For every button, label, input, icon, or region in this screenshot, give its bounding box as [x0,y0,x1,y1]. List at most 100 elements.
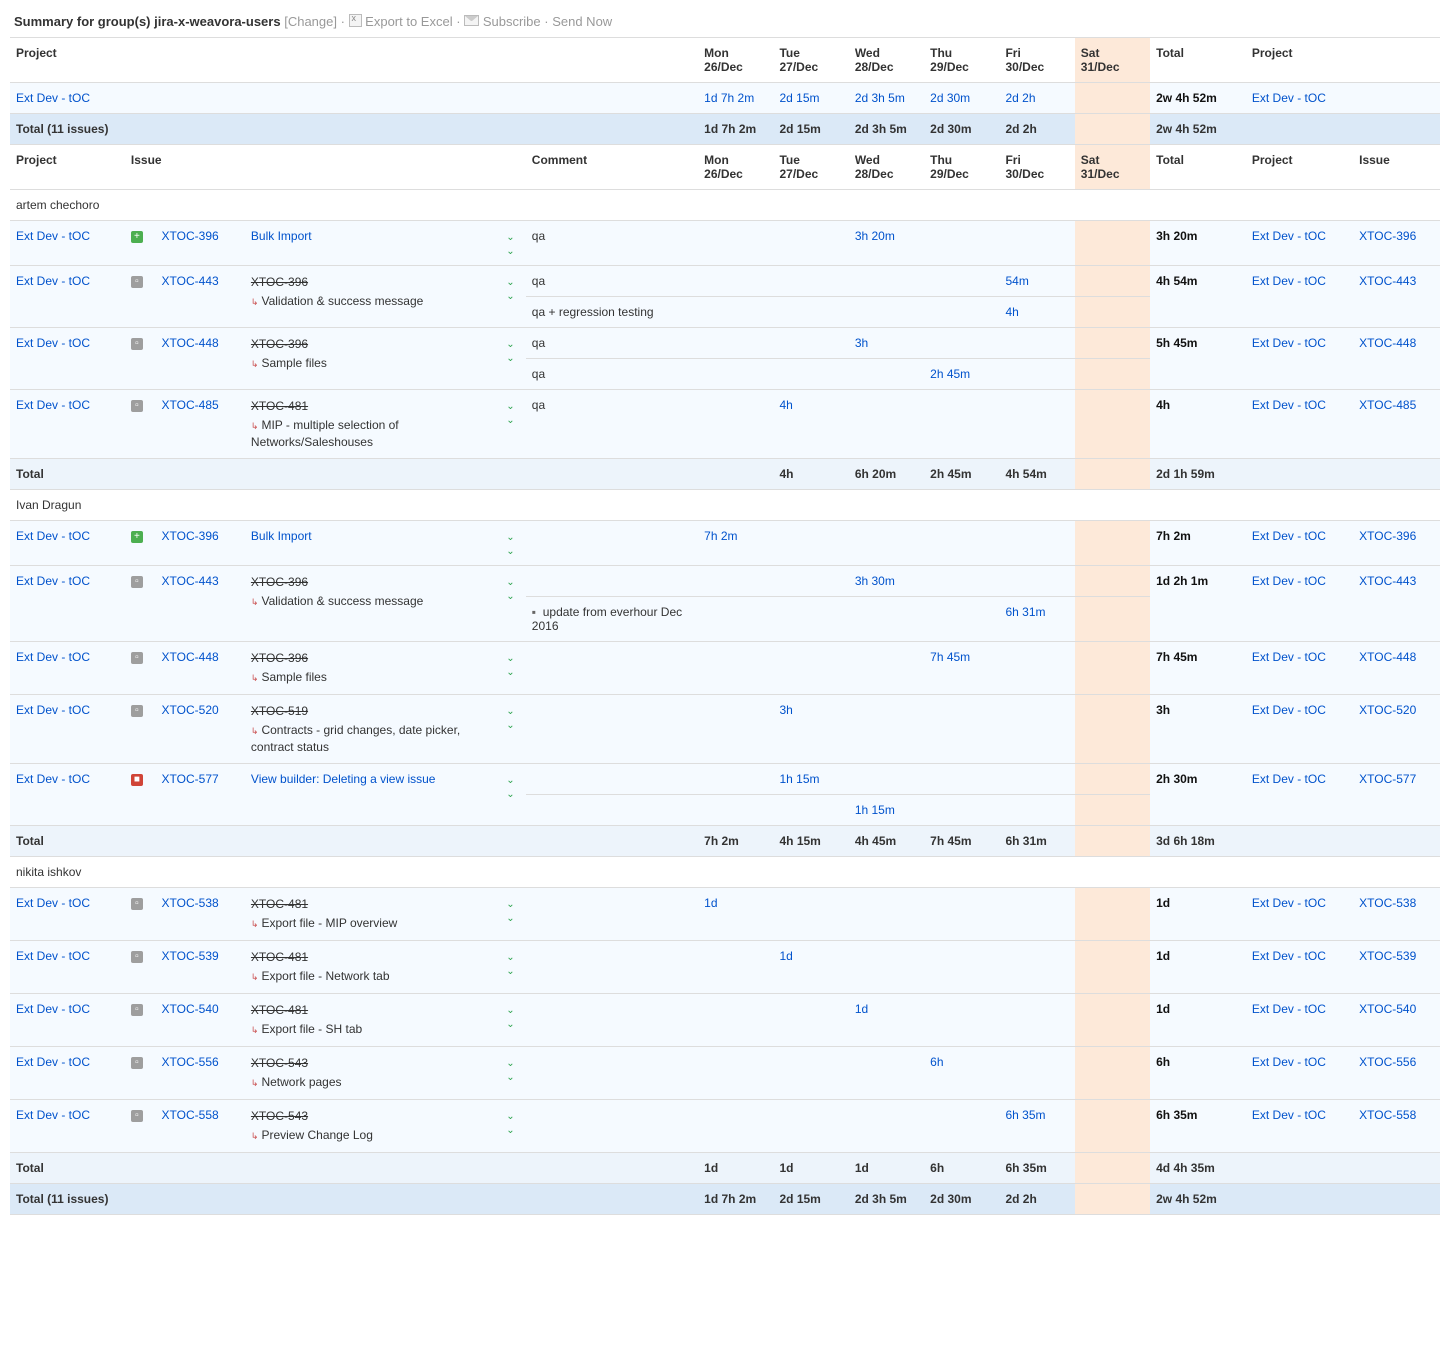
project-link[interactable]: Ext Dev - tOC [10,566,125,642]
issue-key-r[interactable]: XTOC-538 [1353,888,1440,941]
change-link[interactable]: Change [288,14,334,29]
expand-icon[interactable]: ⌄⌄ [500,390,526,459]
project-link-r[interactable]: Ext Dev - tOC [1246,1100,1353,1153]
project-link-r[interactable]: Ext Dev - tOC [1246,695,1353,764]
issue-key-r[interactable]: XTOC-443 [1353,566,1440,642]
expand-icon[interactable]: ⌄⌄ [500,695,526,764]
issue-key[interactable]: XTOC-539 [156,941,245,994]
subtask-icon: ▫ [131,951,143,963]
project-link-r[interactable]: Ext Dev - tOC [1246,521,1353,566]
issue-key-r[interactable]: XTOC-396 [1353,221,1440,266]
issue-key-r[interactable]: XTOC-577 [1353,764,1440,826]
worklog-link[interactable]: 4h [773,390,848,459]
expand-icon[interactable]: ⌄⌄ [500,521,526,566]
project-link-r[interactable]: Ext Dev - tOC [1246,994,1353,1047]
project-link[interactable]: Ext Dev - tOC [10,328,125,390]
worklog-link[interactable]: 3h [773,695,848,764]
worklog-link[interactable]: 3h 20m [849,221,924,266]
issue-key[interactable]: XTOC-448 [156,328,245,390]
expand-icon[interactable]: ⌄⌄ [500,1100,526,1153]
project-link[interactable]: Ext Dev - tOC [10,695,125,764]
export-excel-link[interactable]: Export to Excel [365,14,452,29]
expand-icon[interactable]: ⌄⌄ [500,328,526,390]
issue-key[interactable]: XTOC-443 [156,566,245,642]
worklog-link[interactable]: 54m [999,266,1074,297]
project-link-r[interactable]: Ext Dev - tOC [1246,888,1353,941]
issue-key[interactable]: XTOC-396 [156,521,245,566]
issue-row: Ext Dev - tOC ▫ XTOC-558 XTOC-543 ↳Previ… [10,1100,1440,1153]
project-link[interactable]: Ext Dev - tOC [10,83,698,114]
expand-icon[interactable]: ⌄⌄ [500,1047,526,1100]
worklog-link[interactable]: 6h [924,1047,999,1100]
worklog-link[interactable]: 7h 2m [698,521,773,566]
issue-key[interactable]: XTOC-577 [156,764,245,826]
project-link-r[interactable]: Ext Dev - tOC [1246,1047,1353,1100]
project-link[interactable]: Ext Dev - tOC [10,642,125,695]
issue-key[interactable]: XTOC-556 [156,1047,245,1100]
worklog-link[interactable]: 6h 31m [999,597,1074,642]
project-link-r[interactable]: Ext Dev - tOC [1246,642,1353,695]
issue-key-r[interactable]: XTOC-448 [1353,642,1440,695]
project-link-r[interactable]: Ext Dev - tOC [1246,764,1353,826]
issue-title[interactable]: Bulk Import [245,221,500,266]
issue-key-r[interactable]: XTOC-448 [1353,328,1440,390]
expand-icon[interactable]: ⌄⌄ [500,221,526,266]
send-now-link[interactable]: Send Now [552,14,612,29]
expand-icon[interactable]: ⌄⌄ [500,994,526,1047]
worklog-link[interactable]: 1h 15m [849,795,924,826]
expand-icon[interactable]: ⌄⌄ [500,888,526,941]
issue-key[interactable]: XTOC-448 [156,642,245,695]
issue-key[interactable]: XTOC-558 [156,1100,245,1153]
issue-key[interactable]: XTOC-396 [156,221,245,266]
project-link-r[interactable]: Ext Dev - tOC [1246,266,1353,328]
issue-title[interactable]: View builder: Deleting a view issue [245,764,500,826]
project-link-r[interactable]: Ext Dev - tOC [1246,941,1353,994]
worklog-link[interactable]: 4h [999,297,1074,328]
expand-icon[interactable]: ⌄⌄ [500,266,526,328]
worklog-link[interactable]: 3h 30m [849,566,924,597]
worklog-link[interactable]: 7h 45m [924,642,999,695]
issue-key-r[interactable]: XTOC-485 [1353,390,1440,459]
issue-key[interactable]: XTOC-538 [156,888,245,941]
project-link-r[interactable]: Ext Dev - tOC [1246,566,1353,642]
expand-icon[interactable]: ⌄⌄ [500,566,526,642]
project-link[interactable]: Ext Dev - tOC [10,764,125,826]
issue-title[interactable]: Bulk Import [245,521,500,566]
issue-key[interactable]: XTOC-485 [156,390,245,459]
expand-icon[interactable]: ⌄⌄ [500,642,526,695]
project-link-r[interactable]: Ext Dev - tOC [1246,390,1353,459]
issue-key-r[interactable]: XTOC-520 [1353,695,1440,764]
issue-type-icon: ▫ [125,566,156,642]
expand-icon[interactable]: ⌄⌄ [500,764,526,826]
project-link[interactable]: Ext Dev - tOC [10,390,125,459]
project-link[interactable]: Ext Dev - tOC [10,994,125,1047]
project-link-r[interactable]: Ext Dev - tOC [1246,83,1440,114]
worklog-link[interactable]: 2h 45m [924,359,999,390]
issue-key-r[interactable]: XTOC-556 [1353,1047,1440,1100]
worklog-link[interactable]: 3h [849,328,924,359]
project-link[interactable]: Ext Dev - tOC [10,266,125,328]
project-link[interactable]: Ext Dev - tOC [10,521,125,566]
project-link-r[interactable]: Ext Dev - tOC [1246,221,1353,266]
issue-key-r[interactable]: XTOC-539 [1353,941,1440,994]
project-link-r[interactable]: Ext Dev - tOC [1246,328,1353,390]
worklog-link[interactable]: 1h 15m [773,764,848,795]
issue-key-r[interactable]: XTOC-396 [1353,521,1440,566]
project-link[interactable]: Ext Dev - tOC [10,221,125,266]
project-link[interactable]: Ext Dev - tOC [10,1100,125,1153]
issue-key-r[interactable]: XTOC-443 [1353,266,1440,328]
project-link[interactable]: Ext Dev - tOC [10,888,125,941]
worklog-link[interactable]: 1d [773,941,848,994]
subscribe-link[interactable]: Subscribe [483,14,541,29]
worklog-link[interactable]: 1d [698,888,773,941]
expand-icon[interactable]: ⌄⌄ [500,941,526,994]
issue-key[interactable]: XTOC-540 [156,994,245,1047]
issue-key[interactable]: XTOC-443 [156,266,245,328]
issue-key-r[interactable]: XTOC-540 [1353,994,1440,1047]
project-link[interactable]: Ext Dev - tOC [10,1047,125,1100]
issue-key[interactable]: XTOC-520 [156,695,245,764]
issue-key-r[interactable]: XTOC-558 [1353,1100,1440,1153]
worklog-link[interactable]: 6h 35m [999,1100,1074,1153]
worklog-link[interactable]: 1d [849,994,924,1047]
project-link[interactable]: Ext Dev - tOC [10,941,125,994]
